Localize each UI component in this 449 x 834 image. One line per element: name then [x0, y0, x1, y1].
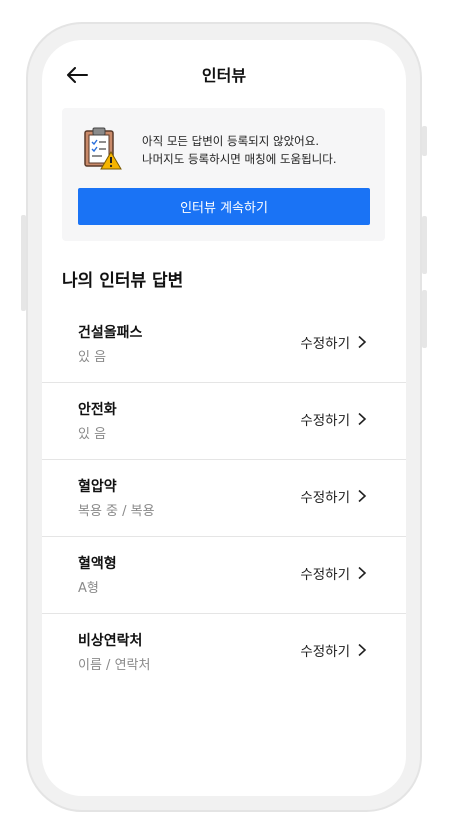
answer-title: 비상연락처 [78, 633, 143, 649]
chevron-right-icon [358, 566, 367, 580]
edit-label: 수정하기 [300, 490, 350, 506]
answer-value: A형 [78, 581, 99, 596]
edit-label: 수정하기 [300, 413, 350, 429]
phone-side-button-right-1 [422, 126, 427, 156]
clipboard-warning-icon [84, 127, 122, 170]
chevron-right-icon [358, 489, 367, 503]
answer-title: 안전화 [78, 402, 117, 418]
notice-card: 아직 모든 답변이 등록되지 않았어요. 나머지도 등록하시면 매칭에 도움됩니… [62, 108, 385, 241]
notice-message: 아직 모든 답변이 등록되지 않았어요. 나머지도 등록하시면 매칭에 도움됩니… [142, 132, 336, 168]
answer-value: 복용 중 / 복용 [78, 504, 155, 519]
answer-value: 있 음 [78, 350, 107, 365]
phone-side-button-left [21, 215, 26, 311]
answer-row-blood-pressure-medication: 혈압약 복용 중 / 복용 수정하기 [42, 460, 406, 537]
chevron-right-icon [358, 643, 367, 657]
header: 인터뷰 [42, 40, 406, 110]
edit-button[interactable]: 수정하기 [300, 563, 368, 583]
continue-interview-button[interactable]: 인터뷰 계속하기 [78, 188, 370, 225]
chevron-right-icon [358, 412, 367, 426]
phone-side-button-right-3 [422, 290, 427, 348]
edit-button[interactable]: 수정하기 [300, 486, 368, 506]
answer-row-blood-type: 혈액형 A형 수정하기 [42, 537, 406, 614]
edit-button[interactable]: 수정하기 [300, 640, 368, 660]
notice-line-2: 나머지도 등록하시면 매칭에 도움됩니다. [142, 152, 337, 166]
answer-value: 있 음 [78, 427, 107, 442]
phone-side-button-right-2 [422, 216, 427, 274]
answer-title: 건설올패스 [78, 325, 143, 341]
notice-line-1: 아직 모든 답변이 등록되지 않았어요. [142, 134, 319, 148]
answer-value: 이름 / 연락처 [78, 658, 151, 673]
answer-title: 혈액형 [78, 556, 117, 572]
edit-label: 수정하기 [300, 644, 350, 660]
section-title: 나의 인터뷰 답변 [62, 271, 184, 291]
answer-row-emergency-contact: 비상연락처 이름 / 연락처 수정하기 [42, 614, 406, 690]
answer-title: 혈압약 [78, 479, 117, 495]
screen: 인터뷰 아직 모든 답변이 등록되지 않았어요. 나머지도 등록하시면 매칭에 … [42, 40, 406, 796]
edit-button[interactable]: 수정하기 [300, 409, 368, 429]
page-title: 인터뷰 [201, 66, 247, 85]
edit-label: 수정하기 [300, 336, 350, 352]
chevron-right-icon [358, 335, 367, 349]
edit-button[interactable]: 수정하기 [300, 332, 368, 352]
answer-row-construction-pass: 건설올패스 있 음 수정하기 [42, 306, 406, 383]
answers-list: 건설올패스 있 음 수정하기 안전화 있 음 수정하기 혈압약 복용 중 / 복… [42, 306, 406, 690]
answer-row-safety-shoes: 안전화 있 음 수정하기 [42, 383, 406, 460]
edit-label: 수정하기 [300, 567, 350, 583]
